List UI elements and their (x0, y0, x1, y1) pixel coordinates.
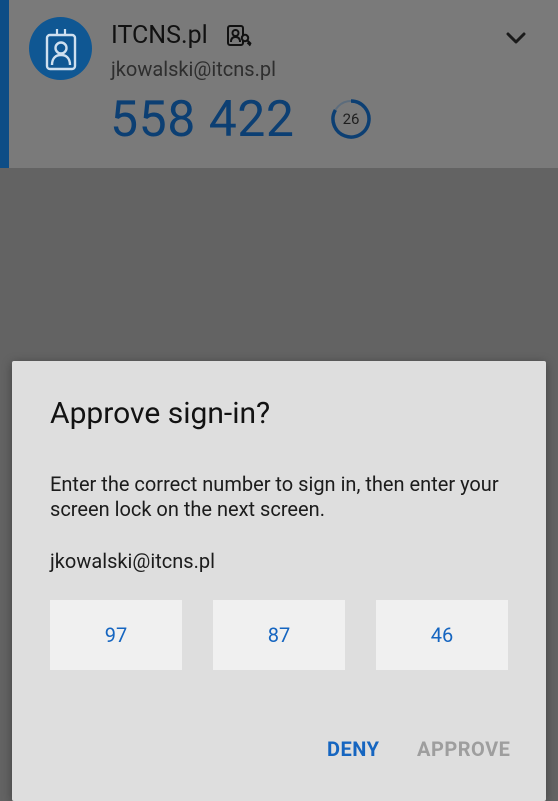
account-email: jkowalski@itcns.pl (111, 57, 276, 81)
chevron-down-icon (506, 32, 526, 44)
dialog-message: Enter the correct number to sign in, the… (50, 472, 499, 521)
passwordless-key-icon (225, 22, 253, 50)
account-card[interactable]: ITCNS.pl jkowalski@itcns.pl 558 422 26 (0, 0, 558, 168)
deny-button[interactable]: DENY (327, 736, 379, 762)
number-option-2[interactable]: 87 (213, 600, 345, 670)
number-option-3[interactable]: 46 (376, 600, 508, 670)
expand-account-button[interactable] (500, 22, 532, 54)
dialog-account-email: jkowalski@itcns.pl (50, 549, 215, 573)
approve-button[interactable]: APPROVE (417, 736, 510, 762)
code-timer: 26 (330, 98, 372, 140)
one-time-password-code: 558 422 (110, 91, 295, 149)
id-badge-icon (29, 17, 92, 80)
selected-indicator (0, 0, 9, 168)
approve-sign-in-dialog: Approve sign-in? Enter the correct numbe… (12, 361, 546, 801)
account-name: ITCNS.pl (111, 21, 208, 50)
dialog-title: Approve sign-in? (50, 396, 271, 431)
timer-seconds: 26 (342, 110, 360, 128)
number-option-1[interactable]: 97 (50, 600, 182, 670)
